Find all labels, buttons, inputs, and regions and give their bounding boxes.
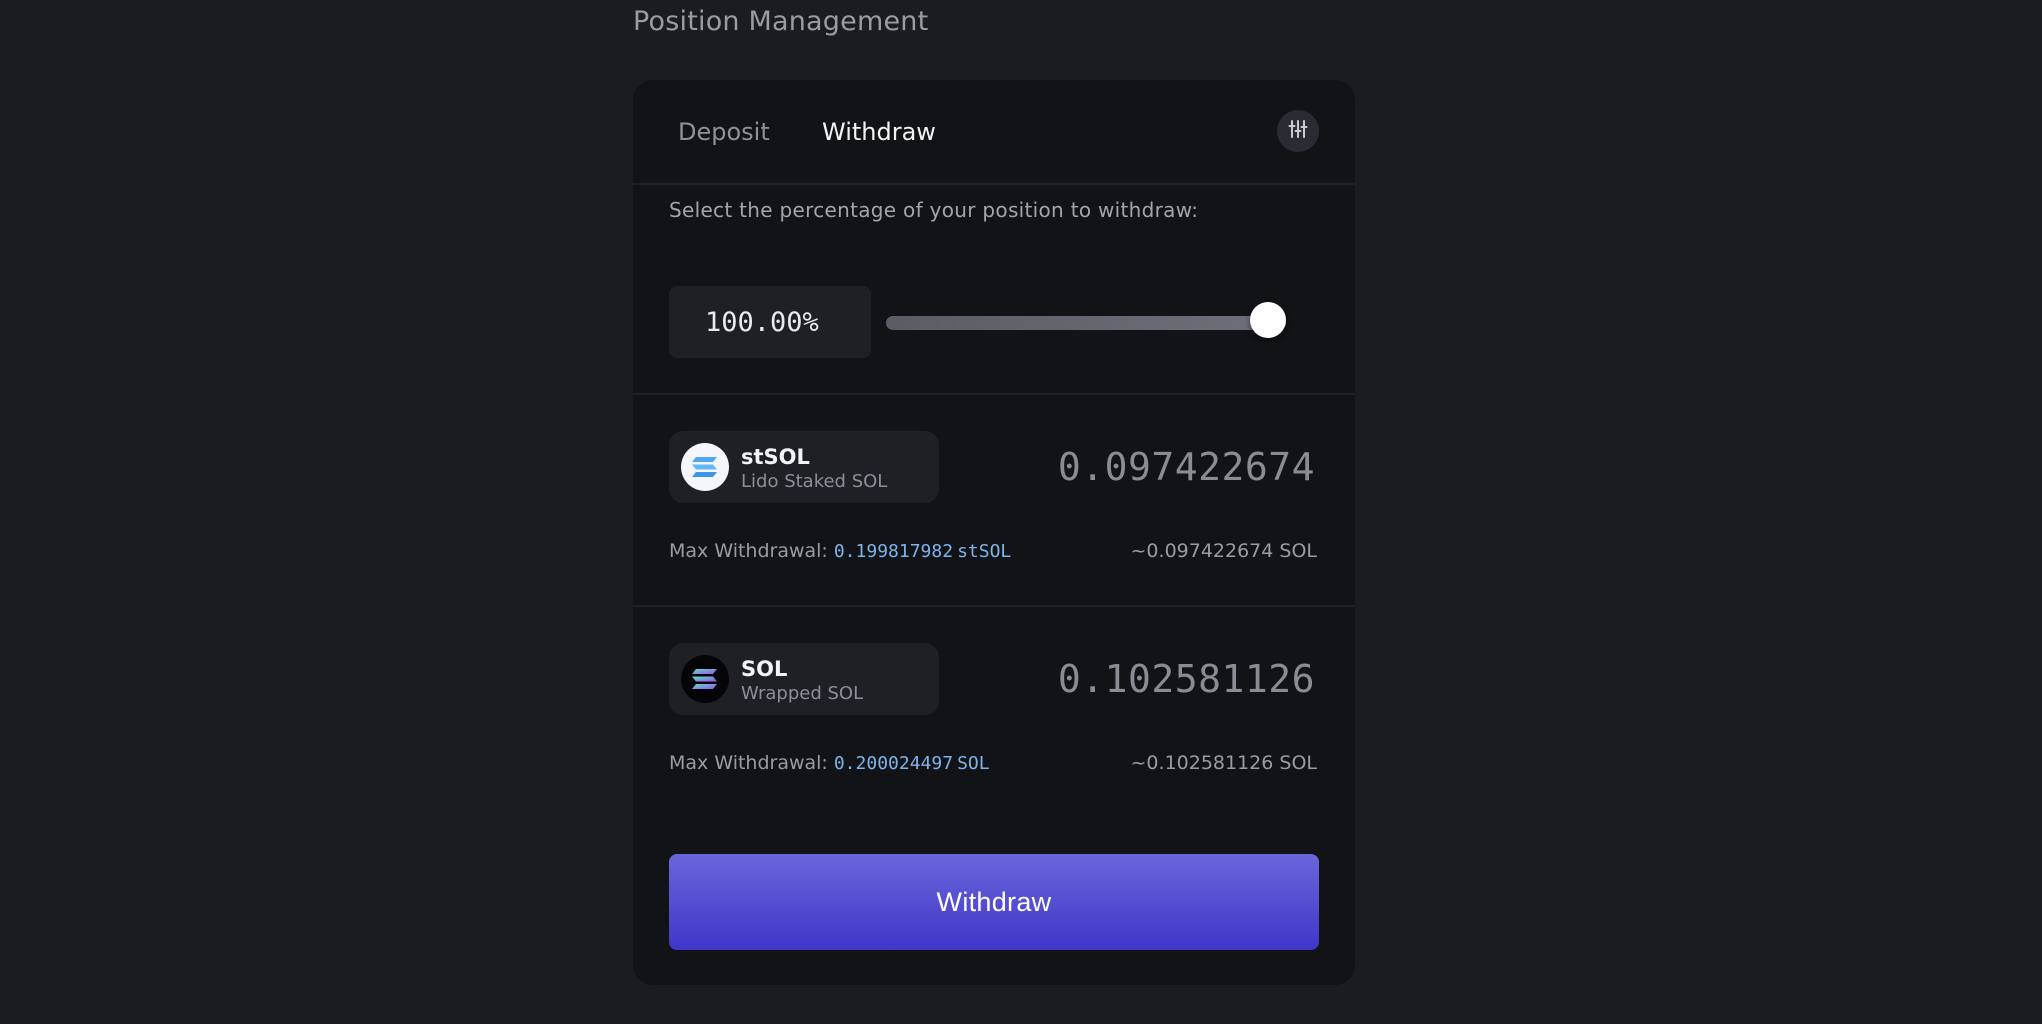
max-withdrawal-row: Max Withdrawal: 0.199817982 stSOL bbox=[669, 540, 1011, 562]
approx-sol-value: ~0.097422674 SOL bbox=[1130, 540, 1317, 562]
token-amount: 0.102581126 bbox=[1057, 657, 1315, 701]
withdraw-button[interactable]: Withdraw bbox=[669, 854, 1319, 950]
token-symbol: stSOL bbox=[741, 445, 810, 469]
tab-withdraw[interactable]: Withdraw bbox=[822, 118, 936, 146]
max-withdrawal-label: Max Withdrawal: bbox=[669, 540, 828, 562]
sliders-settings-icon bbox=[1288, 119, 1308, 143]
max-withdrawal-unit[interactable]: stSOL bbox=[957, 541, 1011, 562]
percentage-instruction: Select the percentage of your position t… bbox=[669, 198, 1199, 222]
token-symbol: SOL bbox=[741, 657, 788, 681]
max-withdrawal-label: Max Withdrawal: bbox=[669, 752, 828, 774]
token-row-sol: SOL Wrapped SOL 0.102581126 Max Withdraw… bbox=[633, 607, 1355, 817]
token-name: Lido Staked SOL bbox=[741, 471, 888, 492]
percentage-slider-thumb[interactable] bbox=[1250, 302, 1286, 338]
token-amount: 0.097422674 bbox=[1057, 445, 1315, 489]
percentage-input[interactable]: 100.00% bbox=[669, 286, 871, 358]
approx-sol-value: ~0.102581126 SOL bbox=[1130, 752, 1317, 774]
max-withdrawal-value[interactable]: 0.199817982 bbox=[834, 541, 953, 562]
page-title: Position Management bbox=[633, 6, 929, 37]
max-withdrawal-unit[interactable]: SOL bbox=[957, 753, 990, 774]
tab-deposit[interactable]: Deposit bbox=[678, 118, 770, 146]
token-name: Wrapped SOL bbox=[741, 683, 864, 704]
sol-logo-icon bbox=[681, 655, 729, 703]
token-selector-stsol[interactable]: stSOL Lido Staked SOL bbox=[669, 431, 939, 503]
tab-bar: Deposit Withdraw bbox=[633, 80, 1355, 185]
max-withdrawal-row: Max Withdrawal: 0.200024497 SOL bbox=[669, 752, 990, 774]
settings-button[interactable] bbox=[1277, 110, 1319, 152]
position-management-card: Deposit Withdraw Select the percentage o… bbox=[633, 80, 1355, 985]
stsol-logo-icon bbox=[681, 443, 729, 491]
token-selector-sol[interactable]: SOL Wrapped SOL bbox=[669, 643, 939, 715]
percentage-slider-track[interactable] bbox=[886, 316, 1286, 330]
max-withdrawal-value[interactable]: 0.200024497 bbox=[834, 753, 953, 774]
token-row-stsol: stSOL Lido Staked SOL 0.097422674 Max Wi… bbox=[633, 395, 1355, 607]
